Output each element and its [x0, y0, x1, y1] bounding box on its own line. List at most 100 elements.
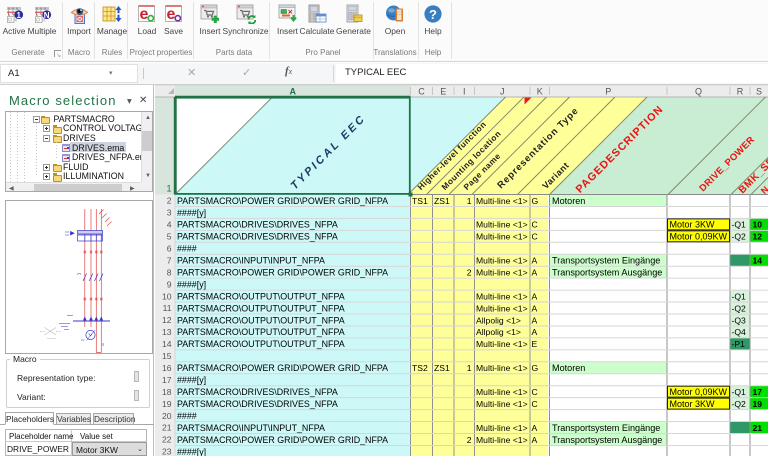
svg-text:1: 1	[166, 184, 171, 194]
svg-text:PARTSMACRO\DRIVES\DRIVES_NFPA: PARTSMACRO\DRIVES\DRIVES_NFPA	[177, 232, 338, 242]
svg-text:21: 21	[753, 423, 763, 433]
svg-text:ZS1: ZS1	[434, 196, 450, 206]
svg-text:A: A	[532, 291, 538, 301]
svg-text:A: A	[532, 303, 538, 313]
svg-text:-Q1: -Q1	[732, 220, 747, 230]
svg-text:Motor 3KW: Motor 3KW	[670, 399, 716, 409]
svg-text:16: 16	[162, 363, 172, 373]
svg-text:Motoren: Motoren	[552, 363, 585, 373]
svg-text:10: 10	[162, 291, 172, 301]
svg-text:Transportsystem Eingänge: Transportsystem Eingänge	[552, 423, 660, 433]
svg-text:E: E	[440, 87, 446, 97]
svg-text:5: 5	[167, 232, 172, 242]
svg-text:3: 3	[167, 208, 172, 218]
svg-text:19: 19	[162, 399, 172, 409]
svg-text:Multi-line <1>: Multi-line <1>	[476, 196, 528, 206]
svg-text:C: C	[532, 232, 538, 242]
svg-text:15: 15	[162, 351, 172, 361]
svg-text:####[y]: ####[y]	[177, 208, 206, 218]
svg-text:P: P	[605, 87, 611, 97]
svg-text:11: 11	[163, 303, 172, 313]
svg-text:17: 17	[753, 387, 763, 397]
svg-text:-Q4: -Q4	[732, 327, 747, 337]
svg-text:?: ?	[429, 7, 437, 22]
svg-text:S: S	[756, 87, 762, 97]
svg-text:Motoren: Motoren	[552, 196, 585, 206]
svg-text:Q: Q	[695, 87, 702, 97]
svg-text:4: 4	[167, 220, 172, 230]
svg-text:Multi-line <1>: Multi-line <1>	[476, 268, 528, 278]
svg-text:A: A	[532, 268, 538, 278]
svg-text:PARTSMACRO\POWER GRID\POWER GR: PARTSMACRO\POWER GRID\POWER GRID_NFPA	[177, 268, 388, 278]
svg-text:Multi-line <1>: Multi-line <1>	[476, 387, 528, 397]
svg-text:PARTSMACRO\POWER GRID\POWER GR: PARTSMACRO\POWER GRID\POWER GRID_NFPA	[177, 435, 388, 445]
svg-text:PARTSMACRO\INPUT\INPUT_NFPA: PARTSMACRO\INPUT\INPUT_NFPA	[177, 423, 325, 433]
svg-text:Multi-line <1>: Multi-line <1>	[476, 220, 528, 230]
svg-text:J: J	[500, 87, 505, 97]
svg-text:PARTSMACRO\INPUT\INPUT_NFPA: PARTSMACRO\INPUT\INPUT_NFPA	[177, 256, 325, 266]
svg-text:E: E	[532, 339, 538, 349]
svg-text:Multi-line <1>: Multi-line <1>	[476, 303, 528, 313]
svg-text:Transportsystem Ausgänge: Transportsystem Ausgänge	[552, 268, 662, 278]
svg-text:C: C	[532, 387, 538, 397]
svg-text:Motor 3KW: Motor 3KW	[670, 220, 716, 230]
svg-text:19: 19	[753, 399, 763, 409]
svg-text:A: A	[532, 435, 538, 445]
svg-text:A: A	[532, 315, 538, 325]
svg-text:Multi-line <1>: Multi-line <1>	[476, 256, 528, 266]
svg-text:Transportsystem Ausgänge: Transportsystem Ausgänge	[552, 435, 662, 445]
svg-text:12: 12	[162, 315, 172, 325]
svg-text:G: G	[532, 196, 539, 206]
svg-text:1: 1	[467, 196, 472, 206]
svg-text:6: 6	[167, 244, 172, 254]
svg-text:R: R	[737, 87, 744, 97]
svg-text:Transportsystem Eingänge: Transportsystem Eingänge	[552, 256, 660, 266]
svg-text:10: 10	[753, 220, 763, 230]
svg-text:PARTSMACRO\DRIVES\DRIVES_NFPA: PARTSMACRO\DRIVES\DRIVES_NFPA	[177, 387, 338, 397]
svg-text:C: C	[532, 220, 538, 230]
svg-text:PARTSMACRO\OUTPUT\OUTPUT_NFPA: PARTSMACRO\OUTPUT\OUTPUT_NFPA	[177, 339, 345, 349]
svg-text:PARTSMACRO\OUTPUT\OUTPUT_NFPA: PARTSMACRO\OUTPUT\OUTPUT_NFPA	[177, 315, 345, 325]
svg-text:####[y]: ####[y]	[177, 447, 206, 456]
svg-text:2: 2	[467, 268, 472, 278]
svg-text:C: C	[532, 399, 538, 409]
svg-text:Motor 0,09KW: Motor 0,09KW	[670, 387, 728, 397]
svg-text:Multi-line <1>: Multi-line <1>	[476, 291, 528, 301]
svg-text:I: I	[463, 87, 466, 97]
svg-text:PARTSMACRO\POWER GRID\POWER GR: PARTSMACRO\POWER GRID\POWER GRID_NFPA	[177, 196, 388, 206]
svg-text:23: 23	[162, 447, 172, 456]
svg-text:PARTSMACRO\POWER GRID\POWER GR: PARTSMACRO\POWER GRID\POWER GRID_NFPA	[177, 363, 388, 373]
svg-text:####[y]: ####[y]	[177, 375, 206, 385]
svg-text:-P1: -P1	[732, 339, 746, 349]
svg-text:12: 12	[753, 232, 763, 242]
svg-text:9: 9	[167, 279, 172, 289]
svg-text:A: A	[532, 256, 538, 266]
svg-text:Multi-line <1>: Multi-line <1>	[476, 399, 528, 409]
svg-text:1: 1	[16, 11, 21, 20]
svg-text:####: ####	[177, 244, 197, 254]
svg-text:14: 14	[753, 256, 763, 266]
svg-text:A: A	[532, 327, 538, 337]
svg-text:Multi-line <1>: Multi-line <1>	[476, 232, 528, 242]
svg-text:21: 21	[162, 423, 172, 433]
svg-text:e: e	[166, 6, 175, 23]
svg-text:8: 8	[167, 267, 172, 277]
svg-text:2: 2	[467, 435, 472, 445]
svg-text:1: 1	[467, 363, 472, 373]
svg-text:A: A	[290, 87, 297, 97]
svg-text:PARTSMACRO\DRIVES\DRIVES_NFPA: PARTSMACRO\DRIVES\DRIVES_NFPA	[177, 220, 338, 230]
svg-text:PARTSMACRO\OUTPUT\OUTPUT_NFPA: PARTSMACRO\OUTPUT\OUTPUT_NFPA	[177, 291, 345, 301]
svg-text:-Q2: -Q2	[732, 303, 747, 313]
svg-text:Multi-line <1>: Multi-line <1>	[476, 423, 528, 433]
svg-text:Multi-line <1>: Multi-line <1>	[476, 339, 528, 349]
svg-text:2: 2	[167, 196, 172, 206]
svg-text:7: 7	[167, 255, 172, 265]
svg-text:PARTSMACRO\OUTPUT\OUTPUT_NFPA: PARTSMACRO\OUTPUT\OUTPUT_NFPA	[177, 327, 345, 337]
svg-text:-Q3: -Q3	[732, 315, 747, 325]
svg-text:17: 17	[162, 375, 172, 385]
svg-text:Multi-line <1>: Multi-line <1>	[476, 435, 528, 445]
svg-text:####[y]: ####[y]	[177, 279, 206, 289]
svg-text:-Q2: -Q2	[732, 399, 747, 409]
svg-text:Allpolig <1>: Allpolig <1>	[476, 315, 521, 325]
svg-text:-Q1: -Q1	[732, 291, 747, 301]
